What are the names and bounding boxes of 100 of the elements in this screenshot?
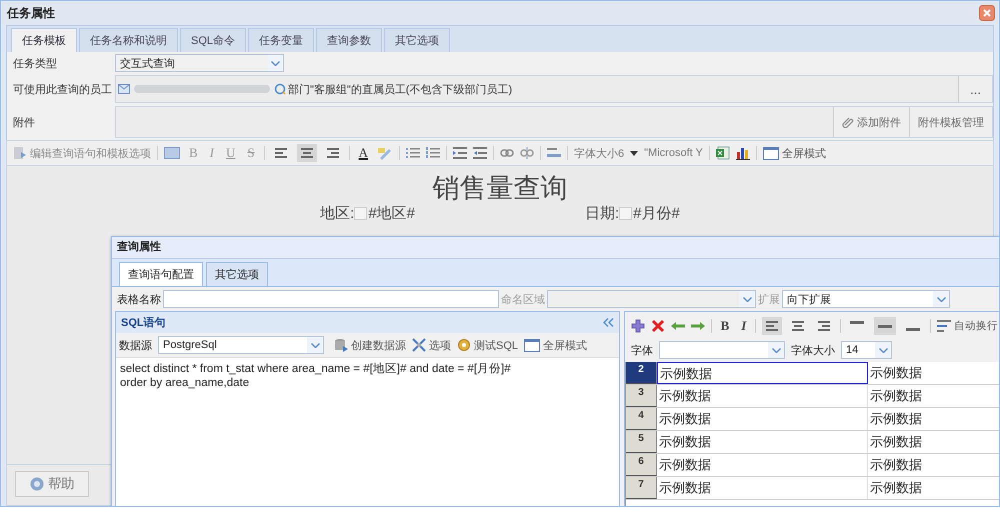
field-label: 可使用此查询的员工 xyxy=(13,82,113,96)
tab[interactable]: 任务模板 xyxy=(11,28,77,53)
datasource-select[interactable]: PostgreSql xyxy=(158,336,324,354)
tab[interactable]: 任务名称和说明 xyxy=(79,28,178,52)
font-size-select[interactable]: 字体大小6 xyxy=(574,146,624,160)
delete-icon[interactable] xyxy=(651,319,665,333)
font-name-select[interactable]: "Microsoft Y xyxy=(644,147,703,159)
align-icon xyxy=(326,148,339,158)
align-icon xyxy=(274,148,287,158)
grid-cell[interactable]: 示例数据 xyxy=(657,431,868,453)
field-label: 数据源 xyxy=(119,338,152,352)
paperclip-icon xyxy=(842,116,854,128)
close-icon[interactable] xyxy=(979,5,995,21)
chevron-icon xyxy=(742,296,752,302)
tab[interactable]: 查询语句配置 xyxy=(119,262,203,286)
word-wrap-button[interactable]: 自动换行 xyxy=(936,319,998,333)
tab[interactable]: 查询参数 xyxy=(316,28,382,52)
link-icon[interactable] xyxy=(500,149,514,157)
caret-icon[interactable] xyxy=(630,150,638,156)
chevron-icon xyxy=(310,342,320,348)
grid-cell[interactable]: 示例数据 xyxy=(657,362,868,384)
bar-chart-icon[interactable] xyxy=(736,146,750,160)
grid-cell[interactable]: 示例数据 xyxy=(868,385,999,407)
expand-select[interactable]: 向下扩展 xyxy=(782,290,950,308)
align-button[interactable] xyxy=(762,317,782,335)
mail-icon xyxy=(118,84,130,94)
placeholder-box xyxy=(354,207,368,220)
window-icon xyxy=(524,338,540,352)
create-datasource-button[interactable]: 创建数据源 xyxy=(334,338,406,352)
grid-cell[interactable]: 示例数据 xyxy=(657,454,868,476)
grid-cell[interactable]: 示例数据 xyxy=(868,408,999,430)
align-button[interactable] xyxy=(296,144,317,162)
document-title: 销售量查询 xyxy=(432,172,568,205)
fullscreen-button[interactable]: 全屏模式 xyxy=(762,146,826,160)
window-icon xyxy=(762,146,779,160)
task-type-select[interactable]: 交互式查询 xyxy=(115,54,284,72)
grid-cell[interactable]: 示例数据 xyxy=(657,385,868,407)
template-variable: #地区# xyxy=(368,204,415,223)
wrap-icon xyxy=(936,320,951,332)
unlink-icon[interactable] xyxy=(520,147,534,159)
align-icon xyxy=(766,321,778,331)
employee-field[interactable]: 部门"客服组"的直属员工(不包含下级部门员工) ... xyxy=(115,75,993,103)
template-variable: #月份# xyxy=(633,204,680,223)
row-header[interactable]: 5 xyxy=(626,431,657,453)
chevron-icon xyxy=(270,60,280,66)
grid-cell[interactable]: 示例数据 xyxy=(868,431,999,453)
group-icon xyxy=(274,83,286,95)
format-button[interactable]: I xyxy=(738,318,750,334)
row-header[interactable]: 6 xyxy=(626,454,657,476)
placeholder-box xyxy=(619,207,632,220)
sql-editor[interactable]: select distinct * from t_stat where area_name = #[地区]# and date = #[月份]# order by area_name,date xyxy=(116,357,619,506)
numbered-list-icon[interactable] xyxy=(426,147,440,159)
grid-cell[interactable]: 示例数据 xyxy=(657,477,868,499)
field-label: 扩展 xyxy=(758,292,780,306)
row-header[interactable]: 4 xyxy=(626,408,657,430)
spreadsheet-icon[interactable] xyxy=(716,146,730,160)
document-icon xyxy=(13,146,27,160)
arrow-left-icon[interactable] xyxy=(671,321,685,331)
add-icon[interactable] xyxy=(631,319,645,333)
vertical-align-icon xyxy=(850,321,864,324)
arrow-right-icon[interactable] xyxy=(691,321,705,331)
indent-icon[interactable] xyxy=(473,147,488,159)
window-title: 任务属性 xyxy=(7,4,55,22)
help-button[interactable]: 帮助 xyxy=(15,471,89,497)
tab[interactable]: 任务变量 xyxy=(248,28,314,52)
font-size-select[interactable]: 14 xyxy=(841,341,892,359)
collapse-icon[interactable] xyxy=(603,318,614,327)
department-text: 部门"客服组"的直属员工(不包含下级部门员工) xyxy=(288,82,512,96)
table-name-field[interactable] xyxy=(163,290,499,308)
row-header[interactable]: 7 xyxy=(626,477,657,499)
tab[interactable]: SQL命令 xyxy=(180,28,246,52)
database-icon xyxy=(334,338,348,352)
tab[interactable]: 其它选项 xyxy=(206,262,268,286)
align-icon xyxy=(300,148,313,158)
align-icon xyxy=(792,321,804,331)
format-button[interactable]: B xyxy=(718,318,732,334)
test-sql-button[interactable]: 测试SQL xyxy=(457,338,518,352)
grid-cell[interactable]: 示例数据 xyxy=(868,454,999,476)
outdent-icon[interactable] xyxy=(453,147,468,159)
field-label: 字体大小 xyxy=(791,344,835,358)
grid-cell[interactable]: 示例数据 xyxy=(657,408,868,430)
vertical-align-button[interactable] xyxy=(874,317,896,335)
field-label: 地区: xyxy=(320,204,354,223)
field-label: 任务类型 xyxy=(13,56,58,70)
row-header[interactable]: 2 xyxy=(626,362,657,384)
field-label: 日期: xyxy=(585,204,620,223)
grid-cell[interactable]: 示例数据 xyxy=(868,362,999,384)
text-color-button[interactable]: A xyxy=(356,145,372,161)
fullscreen-button[interactable]: 全屏模式 xyxy=(524,338,588,352)
tab[interactable]: 其它选项 xyxy=(384,28,450,52)
help-icon xyxy=(30,477,44,491)
row-header[interactable]: 3 xyxy=(626,385,657,407)
vertical-align-icon xyxy=(906,328,920,331)
code-line: select distinct * from t_stat where area_name = #[地区]# and date = #[月份]# xyxy=(120,362,512,376)
options-button[interactable]: 选项 xyxy=(412,338,451,352)
bullet-list-icon[interactable] xyxy=(406,147,420,159)
field-label: 表格名称 xyxy=(117,292,161,306)
horizontal-rule-icon[interactable] xyxy=(547,148,562,158)
tools-icon xyxy=(412,338,426,352)
grid-cell[interactable]: 示例数据 xyxy=(868,477,999,499)
